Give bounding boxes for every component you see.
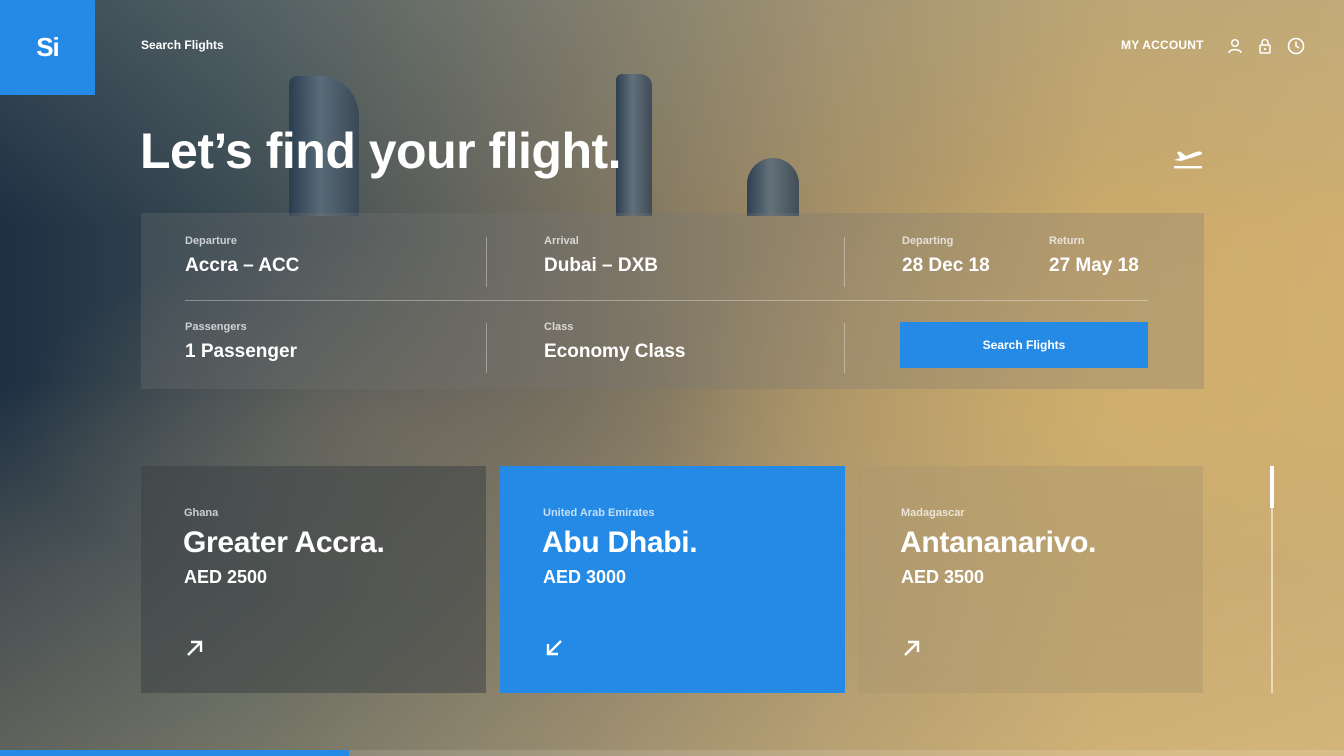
destination-country: Madagascar [901, 507, 965, 519]
search-flights-button[interactable]: Search Flights [900, 322, 1148, 368]
flight-search-form: Departure Accra – ACC Arrival Dubai – DX… [141, 213, 1204, 389]
divider [844, 237, 845, 287]
class-label: Class [544, 321, 574, 333]
passengers-value[interactable]: 1 Passenger [185, 341, 297, 363]
arrow-down-left-icon[interactable] [544, 638, 564, 658]
plane-takeoff-icon [1174, 151, 1202, 169]
destination-card-antananarivo[interactable]: Madagascar Antananarivo. AED 3500 [858, 466, 1203, 693]
return-date-field[interactable]: Return 27 May 18 [1049, 235, 1139, 277]
page-title: Let’s find your flight. [140, 123, 622, 179]
return-label: Return [1049, 235, 1085, 247]
form-row-divider [185, 300, 1148, 301]
destination-country: United Arab Emirates [543, 507, 655, 519]
arrival-value[interactable]: Dubai – DXB [544, 255, 658, 277]
lock-icon[interactable] [1256, 37, 1274, 55]
arrow-up-right-icon[interactable] [185, 638, 205, 658]
departing-value[interactable]: 28 Dec 18 [902, 255, 990, 277]
passengers-label: Passengers [185, 321, 247, 333]
page-progress-bar [0, 750, 350, 756]
logo[interactable]: Si [0, 0, 95, 95]
clock-icon[interactable] [1287, 37, 1305, 55]
arrow-up-right-icon[interactable] [902, 638, 922, 658]
departure-value[interactable]: Accra – ACC [185, 255, 299, 277]
skyscraper [747, 158, 799, 216]
destination-price: AED 3000 [543, 567, 627, 587]
destination-card-greater-accra[interactable]: Ghana Greater Accra. AED 2500 [141, 466, 486, 693]
departure-label: Departure [185, 235, 237, 247]
class-value[interactable]: Economy Class [544, 341, 686, 363]
passengers-field[interactable]: Passengers 1 Passenger [185, 321, 297, 363]
departing-date-field[interactable]: Departing 28 Dec 18 [902, 235, 990, 277]
destination-price: AED 3500 [901, 567, 985, 587]
divider [486, 237, 487, 287]
divider [486, 323, 487, 373]
arrival-field[interactable]: Arrival Dubai – DXB [544, 235, 658, 277]
carousel-scrollbar-thumb[interactable] [1270, 466, 1274, 508]
return-value[interactable]: 27 May 18 [1049, 255, 1139, 277]
user-icon[interactable] [1226, 37, 1244, 55]
destination-price: AED 2500 [184, 567, 268, 587]
destination-city: Abu Dhabi. [542, 526, 698, 559]
divider [844, 323, 845, 373]
destination-city: Greater Accra. [183, 526, 385, 559]
arrival-label: Arrival [544, 235, 579, 247]
departure-field[interactable]: Departure Accra – ACC [185, 235, 299, 277]
skyscraper [616, 74, 652, 216]
nav-search-flights-link[interactable]: Search Flights [141, 38, 224, 52]
destination-city: Antananarivo. [900, 526, 1097, 559]
my-account-link[interactable]: MY ACCOUNT [1121, 38, 1204, 52]
destination-country: Ghana [184, 507, 219, 519]
class-field[interactable]: Class Economy Class [544, 321, 686, 363]
destination-card-abu-dhabi[interactable]: United Arab Emirates Abu Dhabi. AED 3000 [500, 466, 845, 693]
departing-label: Departing [902, 235, 954, 247]
